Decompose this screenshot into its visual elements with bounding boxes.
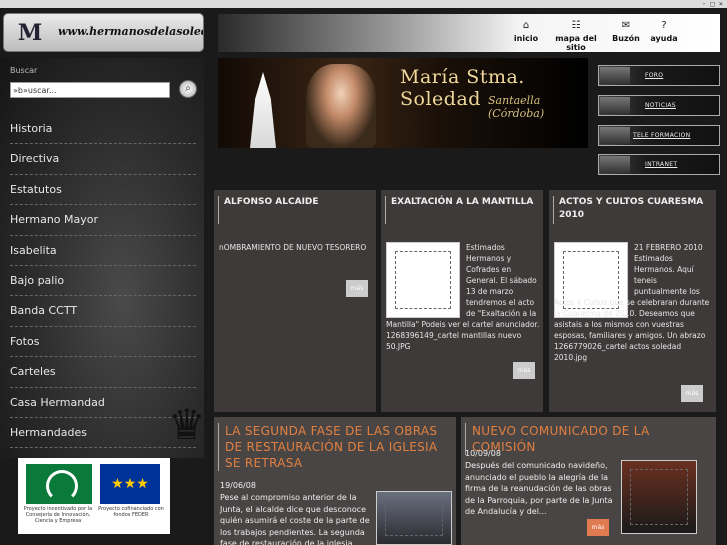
news-title[interactable]: LA SEGUNDA FASE DE LAS OBRAS DE RESTAURA… xyxy=(218,423,450,471)
side-button-foro[interactable]: FORO xyxy=(598,65,720,86)
menu-item-isabelita[interactable]: Isabelita xyxy=(10,236,196,266)
help-icon: ? xyxy=(661,20,667,31)
sidebar-menu: Historia Directiva Estatutos Hermano May… xyxy=(10,114,196,449)
news-title[interactable]: EXALTACIÓN A LA MANTILLA xyxy=(385,196,535,224)
mail-icon: ✉ xyxy=(621,20,631,31)
menu-item-historia[interactable]: Historia xyxy=(10,114,196,145)
foro-thumbnail xyxy=(600,67,630,84)
news-card: EXALTACIÓN A LA MANTILLA Estimados Herma… xyxy=(381,190,543,412)
nav-mapa-del-sitio[interactable]: ☷ mapa del sitio xyxy=(548,20,604,52)
news-text: Pese al compromiso anterior de la Junta,… xyxy=(220,493,370,545)
banner-subtitle: Santaella (Córdoba) xyxy=(488,94,545,120)
intranet-thumbnail xyxy=(600,156,630,173)
menu-item-banda-cctt[interactable]: Banda CCTT xyxy=(10,296,196,327)
browser-top-strip: - □ × xyxy=(0,0,727,8)
comision-photo-thumbnail[interactable] xyxy=(621,460,697,534)
side-button-noticias[interactable]: NOTICIAS xyxy=(598,95,720,116)
nav-buzon[interactable]: ✉ Buzón xyxy=(612,20,640,43)
side-button-intranet[interactable]: INTRANET xyxy=(598,154,720,175)
menu-item-bajo-palio[interactable]: Bajo palio xyxy=(10,266,196,297)
news-text: Después del comunicado navideño, anuncia… xyxy=(465,461,613,516)
news-card: ALFONSO ALCAIDE nOMBRAMIENTO DE NUEVO TE… xyxy=(214,190,376,412)
news-date: 10/09/08 xyxy=(465,449,501,458)
top-navigation: ⌂ inicio ☷ mapa del sitio ✉ Buzón ? ayud… xyxy=(218,14,720,52)
more-button[interactable]: más xyxy=(346,280,368,297)
virgin-image xyxy=(306,64,376,148)
junta-caption: Proyecto incentivado por la Consejería d… xyxy=(23,506,93,524)
more-button[interactable]: más xyxy=(681,385,703,402)
menu-item-estatutos[interactable]: Estatutos xyxy=(10,175,196,206)
news-date: 19/06/08 xyxy=(220,481,256,490)
news-title[interactable]: ALFONSO ALCAIDE xyxy=(218,196,368,224)
search-button[interactable]: ⌕ xyxy=(179,80,197,98)
junta-andalucia-logo xyxy=(26,464,92,504)
news-card-large: LA SEGUNDA FASE DE LAS OBRAS DE RESTAURA… xyxy=(214,417,456,545)
eu-flag-logo: ★★★ xyxy=(100,464,160,504)
float-spacer xyxy=(554,242,634,294)
logo-url-text: www.hermanosdelasoledad.com xyxy=(58,25,203,38)
float-spacer xyxy=(386,242,466,318)
sitemap-icon: ☷ xyxy=(571,20,581,31)
sidebar: Buscar ⌕ Historia Directiva Estatutos He… xyxy=(0,58,204,458)
nazareno-image xyxy=(250,72,276,148)
menu-item-hermano-mayor[interactable]: Hermano Mayor xyxy=(10,205,196,236)
sponsor-logos[interactable]: ★★★ Proyecto incentivado por la Consejer… xyxy=(18,458,170,534)
window-controls[interactable]: - □ × xyxy=(702,0,723,8)
news-title[interactable]: NUEVO COMUNICADO DE LA COMISIÓN xyxy=(465,423,710,455)
news-text: 21 FEBRERO 2010 Estimados Hermanos. Aquí… xyxy=(554,242,710,362)
crest-decoration: ♛ xyxy=(168,400,206,449)
news-text: Estimados Hermanos y Cofrades en General… xyxy=(386,242,540,351)
more-button[interactable]: más xyxy=(587,519,609,536)
church-photo-thumbnail[interactable] xyxy=(376,491,452,545)
side-button-tele-formacion[interactable]: TELE FORMACION xyxy=(598,125,720,146)
search-icon: ⌕ xyxy=(185,83,191,94)
home-icon: ⌂ xyxy=(522,20,530,31)
menu-item-carteles[interactable]: Carteles xyxy=(10,357,196,388)
noticias-thumbnail xyxy=(600,97,630,114)
tele-formacion-thumbnail xyxy=(600,127,630,144)
site-logo[interactable]: M www.hermanosdelasoledad.com xyxy=(3,13,204,52)
nav-ayuda[interactable]: ? ayuda xyxy=(650,20,678,43)
menu-item-fotos[interactable]: Fotos xyxy=(10,327,196,358)
news-text: nOMBRAMIENTO DE NUEVO TESORERO xyxy=(219,243,367,252)
menu-item-directiva[interactable]: Directiva xyxy=(10,144,196,175)
news-title[interactable]: ACTOS Y CULTOS CUARESMA 2010 xyxy=(553,196,709,224)
news-card-large: NUEVO COMUNICADO DE LA COMISIÓN 10/09/08… xyxy=(461,417,716,545)
search-input[interactable] xyxy=(10,82,170,98)
eu-caption: Proyecto cofinanciado con fondos FEDER xyxy=(98,506,164,518)
monogram-logo: M xyxy=(17,20,43,46)
header-banner: María Stma. Soledad Santaella (Córdoba) xyxy=(218,58,588,148)
news-card: ACTOS Y CULTOS CUARESMA 2010 21 FEBRERO … xyxy=(549,190,716,412)
more-button[interactable]: más xyxy=(513,362,535,379)
search-label: Buscar xyxy=(10,66,38,75)
nav-inicio[interactable]: ⌂ inicio xyxy=(512,20,540,43)
